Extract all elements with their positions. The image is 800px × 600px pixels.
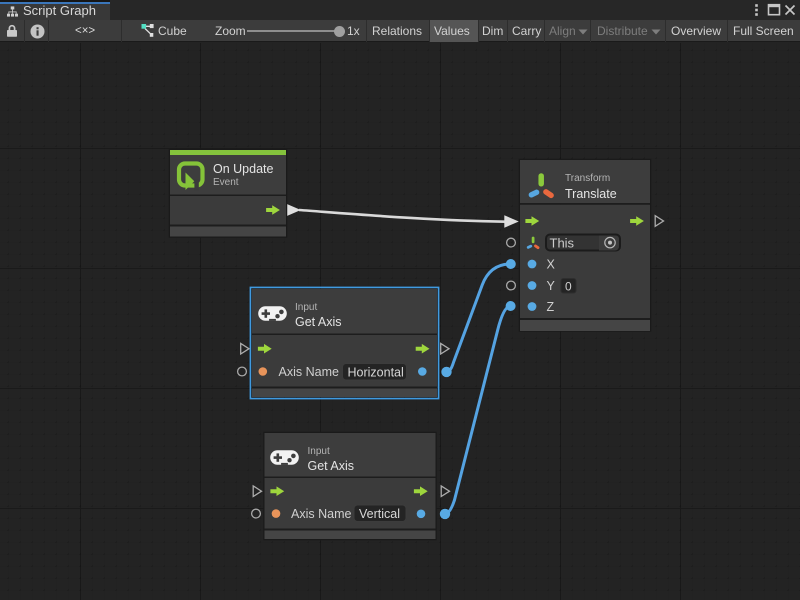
svg-text:Vertical: Vertical [359,507,400,521]
svg-text:Get Axis: Get Axis [308,459,355,473]
svg-text:Get Axis: Get Axis [295,315,342,329]
svg-text:Axis Name: Axis Name [291,507,351,521]
svg-text:Input: Input [308,446,330,457]
svg-text:Horizontal: Horizontal [348,365,404,379]
svg-text:X: X [547,258,556,272]
svg-text:0: 0 [565,279,572,293]
svg-text:Transform: Transform [565,173,610,184]
svg-text:This: This [550,236,575,251]
svg-text:Translate: Translate [565,187,617,201]
svg-text:Z: Z [547,300,555,314]
svg-text:Input: Input [295,302,317,313]
svg-text:On Update: On Update [213,162,274,176]
svg-text:Y: Y [547,279,556,293]
svg-text:Axis Name: Axis Name [279,365,339,379]
svg-text:Event: Event [213,177,239,188]
